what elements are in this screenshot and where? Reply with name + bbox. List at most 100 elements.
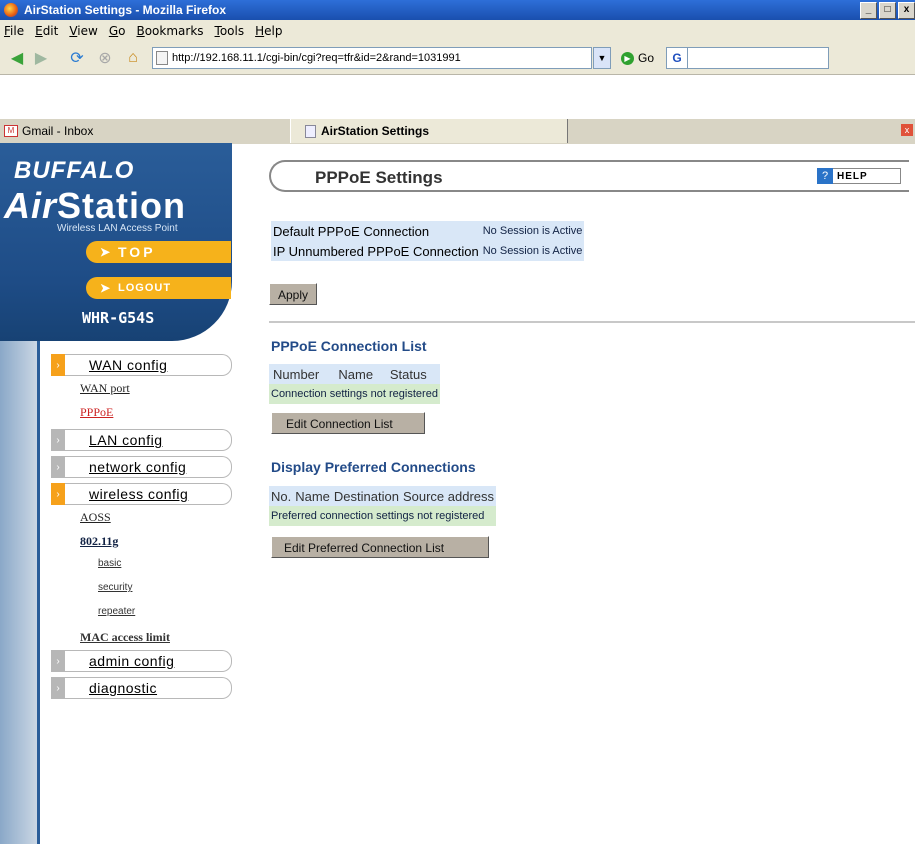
- menu-file[interactable]: File: [0, 24, 24, 38]
- model-name: WHR-G54S: [82, 309, 155, 327]
- navigation-toolbar: ◀ ▶ ⟳ ⊗ ⌂ http://192.168.11.1/cgi-bin/cg…: [0, 42, 915, 75]
- top-button[interactable]: ➤ TOP: [86, 241, 231, 263]
- menu-view[interactable]: View: [65, 24, 97, 38]
- column-header: Name: [293, 486, 332, 506]
- edit-connection-list-button[interactable]: Edit Connection List: [271, 412, 425, 434]
- menu-admin-config[interactable]: › admin config: [51, 650, 232, 672]
- column-header: Number: [269, 364, 335, 384]
- menu-bar: File Edit View Go Bookmarks Tools Help: [0, 20, 915, 42]
- menu-bookmarks[interactable]: Bookmarks: [132, 24, 203, 38]
- table-header-row: Number Name Status: [269, 364, 440, 384]
- window-controls: _ □ x: [860, 2, 915, 19]
- column-header: Status: [385, 364, 440, 384]
- maximize-button[interactable]: □: [879, 2, 896, 19]
- sidebar-menu: › WAN config WAN port PPPoE › LAN config…: [51, 354, 232, 704]
- menu-edit[interactable]: Edit: [31, 24, 58, 38]
- pppoe-status-table: Default PPPoE Connection No Session is A…: [271, 221, 585, 261]
- connection-list-table: Number Name Status Connection settings n…: [269, 364, 440, 404]
- edit-preferred-connection-list-button[interactable]: Edit Preferred Connection List: [271, 536, 489, 558]
- menu-wireless-config[interactable]: › wireless config: [51, 483, 232, 505]
- column-header: No.: [269, 486, 294, 506]
- product-logo-air: Air: [4, 185, 58, 226]
- chevron-right-icon: ›: [51, 483, 65, 505]
- preferred-connections-title: Display Preferred Connections: [271, 459, 476, 475]
- product-logo: AirStation: [4, 185, 186, 227]
- menu-80211g[interactable]: 802.11g: [80, 534, 232, 549]
- empty-message: Preferred connection settings not regist…: [269, 506, 497, 526]
- help-label: HELP: [833, 168, 901, 184]
- chevron-right-icon: ›: [51, 429, 65, 451]
- apply-button[interactable]: Apply: [269, 283, 318, 305]
- close-button[interactable]: x: [898, 2, 915, 19]
- help-button[interactable]: ? HELP: [817, 168, 901, 184]
- column-header: Name: [334, 364, 386, 384]
- go-icon: ▶: [621, 51, 634, 65]
- brand-logo: BUFFALO: [14, 157, 135, 184]
- connection-list-title: PPPoE Connection List: [271, 338, 427, 354]
- table-row: Connection settings not registered: [269, 384, 440, 404]
- menu-tools[interactable]: Tools: [211, 24, 245, 38]
- table-row: IP Unnumbered PPPoE Connection No Sessio…: [271, 241, 585, 261]
- product-subtitle: Wireless LAN Access Point: [57, 223, 178, 234]
- tab-bar: M Gmail - Inbox AirStation Settings x: [0, 118, 915, 144]
- chevron-right-icon: ›: [51, 677, 65, 699]
- page-header: PPPoE Settings ? HELP: [269, 160, 909, 192]
- back-icon[interactable]: ◀: [6, 47, 28, 69]
- divider: [269, 321, 915, 323]
- sidebar-header: BUFFALO AirStation Wireless LAN Access P…: [0, 143, 232, 341]
- menu-security[interactable]: security: [98, 582, 232, 595]
- page-content: BUFFALO AirStation Wireless LAN Access P…: [0, 143, 915, 844]
- close-tab-icon[interactable]: x: [901, 124, 913, 136]
- page-icon: [156, 51, 168, 65]
- tab-airstation[interactable]: AirStation Settings: [290, 119, 568, 143]
- table-header-row: No. Name Destination Source address: [269, 486, 497, 506]
- menu-repeater[interactable]: repeater: [98, 606, 232, 619]
- logout-button[interactable]: ➤ LOGOUT: [86, 277, 231, 299]
- menu-go[interactable]: Go: [105, 24, 126, 38]
- column-header: Source address: [400, 486, 497, 506]
- menu-admin-config-label: admin config: [89, 653, 175, 669]
- menu-diagnostic[interactable]: › diagnostic: [51, 677, 232, 699]
- empty-message: Connection settings not registered: [269, 384, 440, 404]
- home-icon[interactable]: ⌂: [122, 47, 144, 69]
- menu-network-config[interactable]: › network config: [51, 456, 232, 478]
- go-button[interactable]: ▶ Go: [621, 51, 654, 65]
- forward-icon[interactable]: ▶: [30, 47, 52, 69]
- preferred-connections-table: No. Name Destination Source address Pref…: [269, 486, 497, 526]
- tab-gmail[interactable]: M Gmail - Inbox: [0, 119, 292, 143]
- menu-wireless-config-label: wireless config: [89, 486, 189, 502]
- gmail-icon: M: [4, 125, 18, 137]
- menu-wan-config[interactable]: › WAN config: [51, 354, 232, 376]
- tab-airstation-label: AirStation Settings: [321, 124, 430, 138]
- logout-label: LOGOUT: [118, 282, 172, 294]
- page-title: PPPoE Settings: [315, 168, 443, 187]
- menu-lan-config-label: LAN config: [89, 432, 163, 448]
- menu-wan-config-label: WAN config: [89, 357, 168, 373]
- minimize-button[interactable]: _: [860, 2, 877, 19]
- menu-lan-config[interactable]: › LAN config: [51, 429, 232, 451]
- reload-icon[interactable]: ⟳: [66, 47, 88, 69]
- menu-mac-access-limit[interactable]: MAC access limit: [80, 630, 232, 645]
- menu-wan-port[interactable]: WAN port: [80, 381, 232, 396]
- question-icon: ?: [817, 168, 833, 184]
- stop-icon[interactable]: ⊗: [94, 47, 116, 69]
- chevron-right-icon: ›: [51, 650, 65, 672]
- search-input[interactable]: [688, 47, 830, 69]
- url-field[interactable]: http://192.168.11.1/cgi-bin/cgi?req=tfr&…: [152, 47, 592, 69]
- google-search-icon[interactable]: G: [666, 47, 689, 69]
- menu-diagnostic-label: diagnostic: [89, 680, 158, 696]
- status-value: No Session is Active: [480, 241, 585, 261]
- menu-basic[interactable]: basic: [98, 558, 232, 571]
- url-text: http://192.168.11.1/cgi-bin/cgi?req=tfr&…: [172, 52, 461, 64]
- table-row: Default PPPoE Connection No Session is A…: [271, 221, 585, 241]
- menu-pppoe[interactable]: PPPoE: [80, 405, 232, 420]
- table-row: Preferred connection settings not regist…: [269, 506, 497, 526]
- sidebar-rail: [0, 341, 40, 844]
- go-label: Go: [638, 51, 655, 65]
- chevron-right-icon: ›: [51, 456, 65, 478]
- window-title: AirStation Settings - Mozilla Firefox: [24, 3, 227, 17]
- menu-help[interactable]: Help: [251, 24, 282, 38]
- menu-aoss[interactable]: AOSS: [80, 510, 232, 525]
- url-dropdown-icon[interactable]: ▼: [593, 47, 611, 69]
- arrow-icon: ➤: [100, 245, 114, 259]
